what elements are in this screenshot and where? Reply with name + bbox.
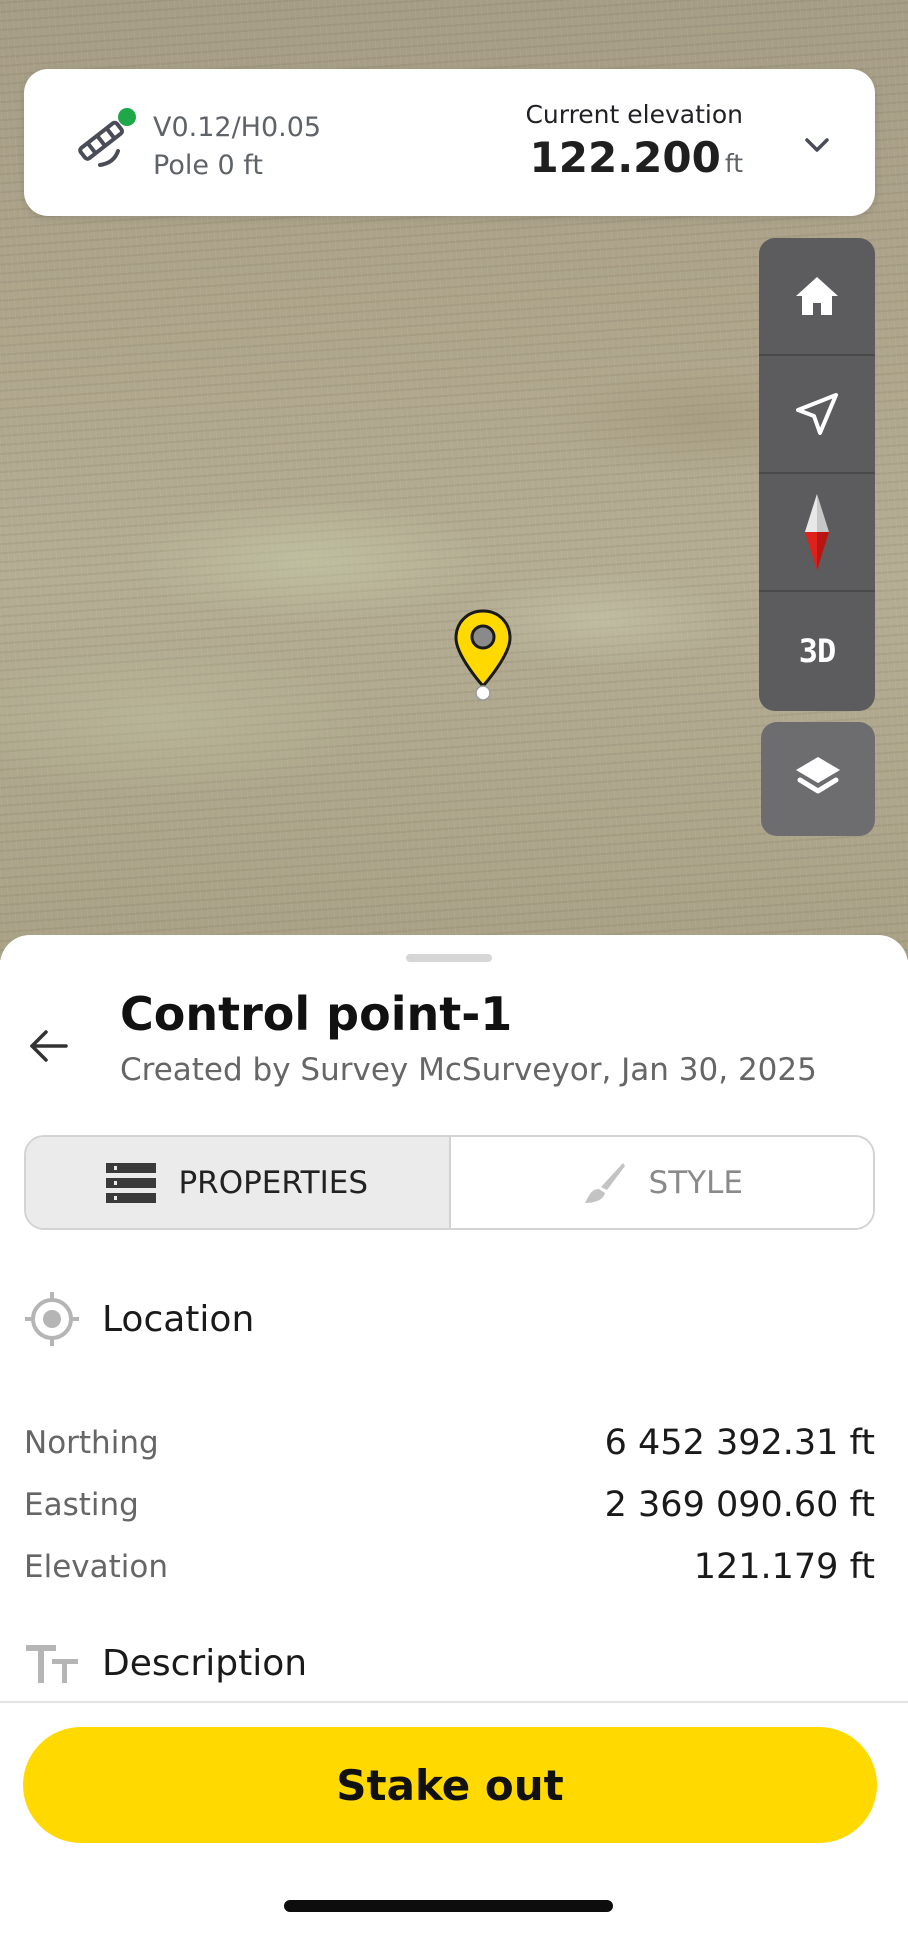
text-format-icon <box>26 1645 78 1683</box>
home-button[interactable] <box>759 238 875 356</box>
northing-label: Northing <box>24 1425 159 1461</box>
satellite-map[interactable]: V0.12/H0.05 Pole 0 ft Current elevation … <box>0 0 908 960</box>
tab-properties-label: PROPERTIES <box>178 1164 369 1201</box>
gnss-accuracy-text: V0.12/H0.05 Pole 0 ft <box>153 109 321 185</box>
compass-icon <box>805 494 829 570</box>
home-indicator <box>284 1900 613 1912</box>
app-screen: V0.12/H0.05 Pole 0 ft Current elevation … <box>0 0 908 1936</box>
brush-icon <box>584 1162 625 1203</box>
pole-height: Pole 0 ft <box>153 150 263 181</box>
page-title: Control point-1 <box>120 987 513 1041</box>
drag-handle[interactable] <box>406 954 492 962</box>
accuracy-value: V0.12/H0.05 <box>153 112 322 143</box>
compass-button[interactable] <box>759 474 875 592</box>
elevation-unit: ft <box>724 149 743 178</box>
location-section-header: Location <box>24 1291 254 1347</box>
tab-style-label: STYLE <box>648 1164 743 1201</box>
location-heading: Location <box>102 1298 255 1340</box>
layers-button[interactable] <box>761 722 875 836</box>
gnss-status-card[interactable]: V0.12/H0.05 Pole 0 ft Current elevation … <box>24 69 875 216</box>
tab-style[interactable]: STYLE <box>450 1137 873 1228</box>
elevation-row-value: 121.179 ft <box>693 1547 875 1587</box>
easting-value: 2 369 090.60 ft <box>604 1485 875 1525</box>
stake-out-button[interactable]: Stake out <box>23 1727 877 1843</box>
crosshair-icon <box>25 1292 79 1346</box>
home-icon <box>796 277 838 315</box>
navigation-arrow-icon <box>796 393 838 435</box>
satellite-icon <box>78 108 136 167</box>
map-controls: 3D <box>759 238 875 711</box>
description-section-header: Description <box>24 1641 307 1685</box>
property-row-easting: Easting 2 369 090.60 ft <box>24 1480 875 1530</box>
view-3d-label: 3D <box>798 632 837 670</box>
description-heading: Description <box>102 1642 308 1684</box>
easting-label: Easting <box>24 1487 139 1523</box>
elevation-value: 122.200 <box>529 133 721 182</box>
northing-value: 6 452 392.31 ft <box>604 1423 875 1463</box>
list-icon <box>106 1162 157 1203</box>
layers-icon <box>796 757 840 794</box>
current-elevation: Current elevation 122.200 ft <box>525 99 743 182</box>
property-row-northing: Northing 6 452 392.31 ft <box>24 1418 875 1468</box>
tab-properties[interactable]: PROPERTIES <box>26 1137 451 1228</box>
created-by-text: Created by Survey McSurveyor, Jan 30, 20… <box>120 1052 817 1088</box>
map-pin-icon[interactable] <box>452 608 514 703</box>
locate-button[interactable] <box>759 356 875 474</box>
chevron-down-icon[interactable] <box>799 127 835 163</box>
point-details-sheet: Control point-1 Created by Survey McSurv… <box>0 935 908 1936</box>
view-3d-button[interactable]: 3D <box>759 592 875 710</box>
details-tabs: PROPERTIES STYLE <box>24 1135 875 1230</box>
elevation-label: Current elevation <box>525 100 743 129</box>
property-row-elevation: Elevation 121.179 ft <box>24 1542 875 1592</box>
elevation-row-label: Elevation <box>24 1549 168 1585</box>
divider <box>0 1701 908 1703</box>
back-arrow-icon[interactable] <box>24 1021 74 1071</box>
